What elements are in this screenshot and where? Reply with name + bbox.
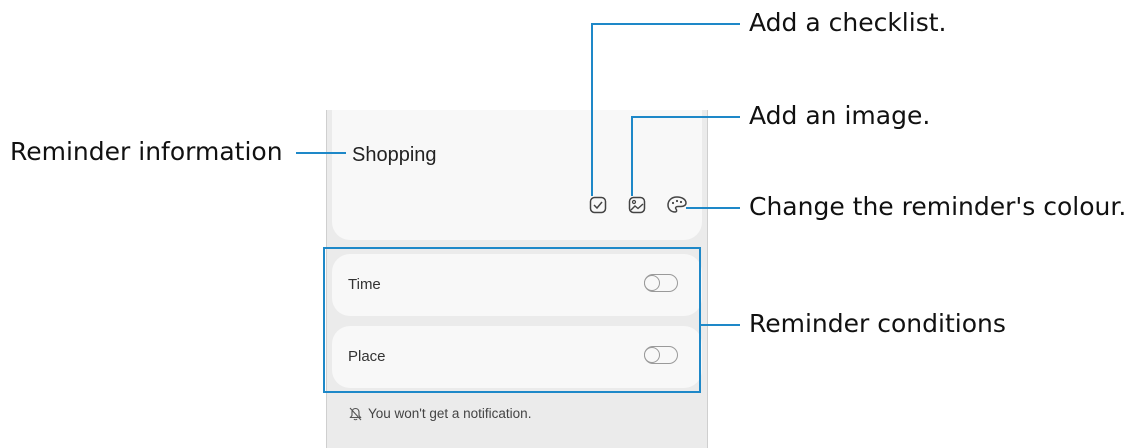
- colour-callout: Change the reminder's colour.: [749, 192, 1127, 221]
- conditions-callout: Reminder conditions: [749, 309, 1006, 338]
- checklist-callout-line: [591, 23, 740, 196]
- callout-lines: [296, 23, 740, 326]
- image-callout: Add an image.: [749, 101, 931, 130]
- info-callout: Reminder information: [10, 137, 283, 166]
- image-callout-line: [631, 116, 740, 196]
- checklist-callout: Add a checklist.: [749, 8, 947, 37]
